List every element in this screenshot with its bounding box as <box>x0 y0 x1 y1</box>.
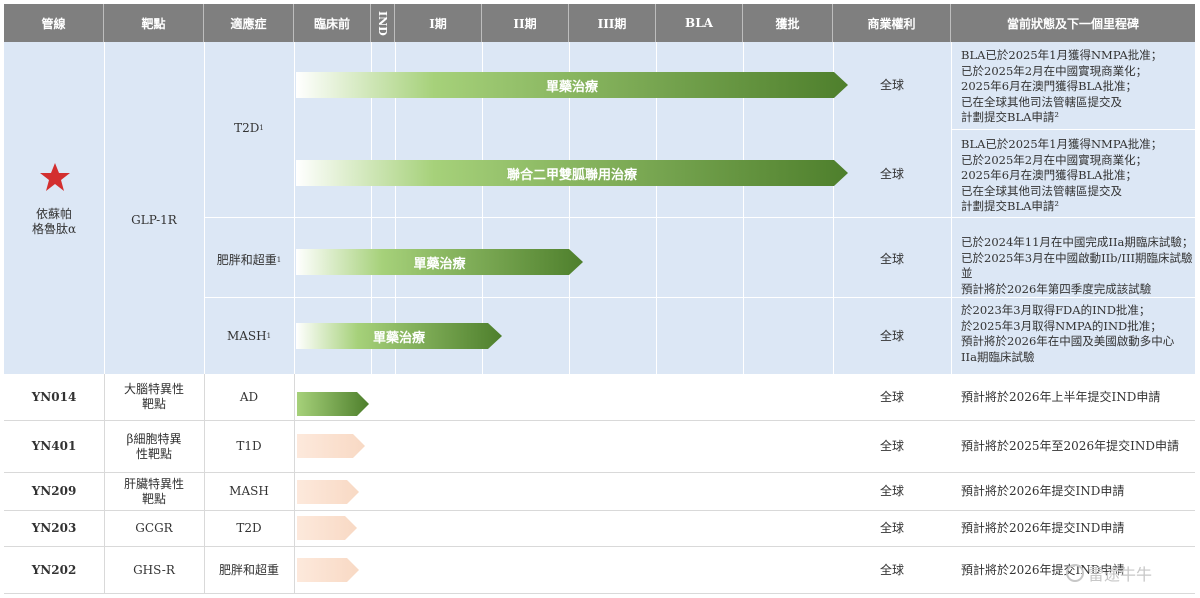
indication-mash: MASH 1 <box>226 328 272 343</box>
header-target: 靶點 <box>104 4 204 42</box>
rights-lead-2: 全球 <box>879 166 904 181</box>
bar-label: 單藥治療 <box>372 330 425 346</box>
rights-yn209: 全球 <box>879 484 904 498</box>
status-yn203: 預計將於2026年提交IND申請 <box>961 521 1125 535</box>
pipeline-yn202: YN202 <box>31 562 77 577</box>
lead-asset-name: 依蘇帕 格魯肽α <box>31 207 77 236</box>
target-yn209: 肝臟特異性 靶點 <box>123 476 184 506</box>
rights-yn202: 全球 <box>879 562 904 577</box>
watermark-text: 雷途牛牛 <box>1088 565 1153 584</box>
header-rights: 商業權利 <box>833 4 951 42</box>
status-yn014: 預計將於2026年上半年提交IND申請 <box>961 389 1161 404</box>
header-bla: BLA <box>656 4 743 42</box>
header-phase3: III期 <box>569 4 656 42</box>
header-indication: 適應症 <box>204 4 294 42</box>
target-yn203: GCGR <box>135 521 173 535</box>
status-yn209: 預計將於2026年提交IND申請 <box>961 484 1125 498</box>
bar-label: 單藥治療 <box>545 79 598 95</box>
watermark-logo-icon <box>1066 564 1084 582</box>
indication-obesity: 肥胖和超重 1 <box>216 252 282 267</box>
rights-lead-3: 全球 <box>879 251 904 266</box>
indication-yn014: AD <box>239 389 259 404</box>
target-yn202: GHS-R <box>133 562 175 577</box>
indication-yn209: MASH <box>229 484 269 498</box>
header-phase2: II期 <box>482 4 569 42</box>
watermark: 雷途牛牛 <box>1066 561 1152 585</box>
bar-label: 聯合二甲雙胍聯用治療 <box>506 167 637 183</box>
rights-lead-4: 全球 <box>879 328 904 343</box>
indication-t2d: T2D 1 <box>234 120 264 135</box>
lead-target: GLP-1R <box>131 212 177 227</box>
rights-yn203: 全球 <box>879 521 904 535</box>
status-lead-2: BLA已於2025年1月獲得NMPA批准； 已於2025年2月在中國實現商業化； 2… <box>961 137 1163 213</box>
pipeline-yn401: YN401 <box>31 439 77 453</box>
rights-lead-1: 全球 <box>879 77 904 92</box>
indication-yn203: T2D <box>236 521 262 535</box>
header-phase1: I期 <box>395 4 482 42</box>
status-yn401: 預計將於2025年至2026年提交IND申請 <box>961 439 1179 453</box>
pipeline-yn203: YN203 <box>31 521 77 535</box>
status-lead-4: 於2023年3月取得FDA的IND批准； 於2025年3月取得NMPA的IND批准… <box>961 303 1175 364</box>
pipeline-yn014: YN014 <box>31 389 77 404</box>
indication-yn401: T1D <box>236 439 262 453</box>
header-ind: IND <box>371 4 395 42</box>
header-pipeline: 管線 <box>4 4 104 42</box>
indication-yn202: 肥胖和超重 <box>218 562 279 577</box>
rights-yn401: 全球 <box>879 439 904 453</box>
header-preclinical: 臨床前 <box>294 4 371 42</box>
status-lead-3: 已於2024年11月在中國完成IIa期臨床試驗； 已於2025年3月在中國啟動II… <box>961 235 1194 296</box>
target-yn014: 大腦特異性 靶點 <box>123 382 184 411</box>
header-status: 當前狀態及下一個里程碑 <box>951 4 1195 42</box>
pipeline-yn209: YN209 <box>31 484 77 498</box>
target-yn401: β細胞特異 性靶點 <box>126 431 182 461</box>
status-lead-1: BLA已於2025年1月獲得NMPA批准； 已於2025年2月在中國實現商業化； 2… <box>961 48 1163 124</box>
star-icon <box>40 163 70 191</box>
rights-yn014: 全球 <box>879 389 904 404</box>
bar-label: 單藥治療 <box>413 256 466 272</box>
header-approval: 獲批 <box>743 4 833 42</box>
